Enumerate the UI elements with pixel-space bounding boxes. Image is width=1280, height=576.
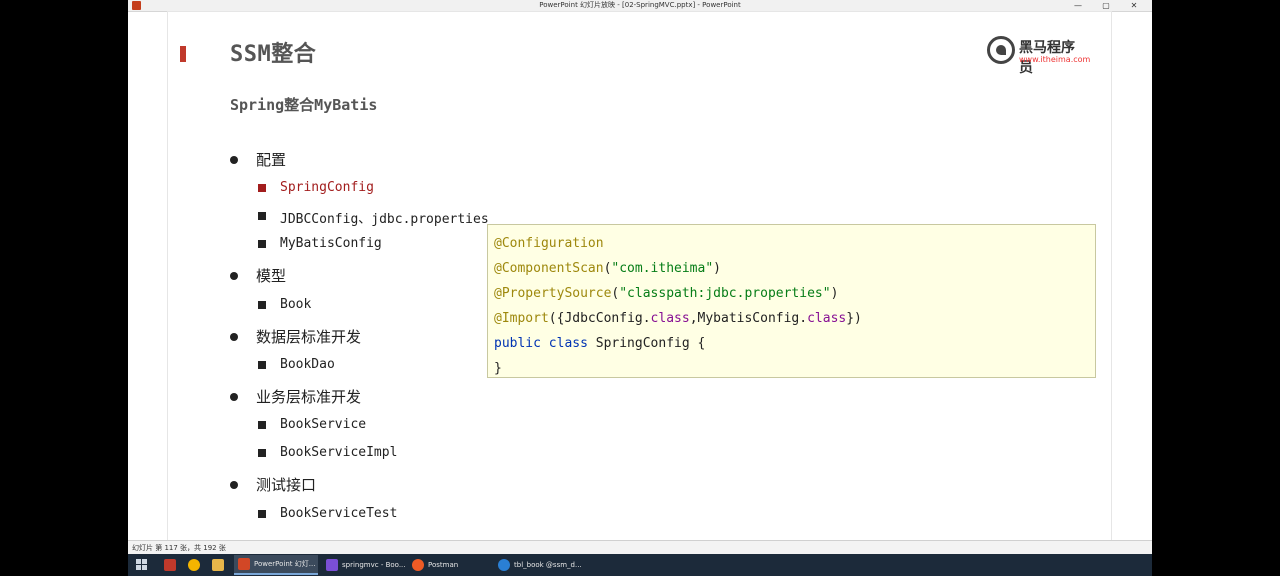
taskbar-item-postman[interactable]: Postman xyxy=(408,555,492,575)
powerpoint-window: PowerPoint 幻灯片放映 - [02-SpringMVC.pptx] -… xyxy=(128,0,1152,576)
item-label: JDBCConfig、jdbc.properties xyxy=(280,212,489,227)
maximize-button[interactable]: ▢ xyxy=(1094,0,1118,11)
bullet-icon xyxy=(258,212,266,220)
slide[interactable]: SSM整合 黑马程序员 www.itheima.com Spring整合MyBa… xyxy=(168,12,1111,540)
bullet-icon xyxy=(230,393,238,401)
chrome-icon xyxy=(188,559,200,571)
bullet-icon xyxy=(230,272,238,280)
status-bar: 幻灯片 第 117 张，共 192 张 xyxy=(128,540,1152,555)
horse-logo-icon xyxy=(987,36,1015,64)
app-icon xyxy=(164,559,176,571)
windows-icon xyxy=(136,559,147,570)
bullet-icon xyxy=(258,421,266,429)
section-label: 业务层标准开发 xyxy=(256,388,362,406)
taskbar-item-powerpoint[interactable]: PowerPoint 幻灯... xyxy=(234,555,318,575)
bullet-icon xyxy=(230,333,238,341)
bullet-icon xyxy=(258,510,266,518)
section-label: 数据层标准开发 xyxy=(256,328,362,346)
code-line: @ComponentScan("com.itheima") xyxy=(494,261,721,276)
code-snippet: @Configuration @ComponentScan("com.ithei… xyxy=(487,224,1096,378)
taskbar-item-database[interactable]: tbl_book @ssm_d... xyxy=(494,555,582,575)
taskbar-item-idea[interactable]: springmvc - Boo... xyxy=(322,555,406,575)
code-line: public class SpringConfig { xyxy=(494,336,706,351)
start-button[interactable] xyxy=(134,555,150,575)
section-label: 模型 xyxy=(256,267,287,285)
chrome-taskbar-button[interactable] xyxy=(184,555,202,575)
title-bar: PowerPoint 幻灯片放映 - [02-SpringMVC.pptx] -… xyxy=(128,0,1152,12)
item-label: Book xyxy=(280,297,312,312)
minimize-button[interactable]: — xyxy=(1066,0,1090,11)
window-title: PowerPoint 幻灯片放映 - [02-SpringMVC.pptx] -… xyxy=(539,1,741,9)
powerpoint-icon xyxy=(238,558,250,570)
bullet-icon xyxy=(258,240,266,248)
bullet-icon xyxy=(258,449,266,457)
database-icon xyxy=(498,559,510,571)
taskbar-label: springmvc - Boo... xyxy=(342,561,406,569)
item-label: BookServiceImpl xyxy=(280,445,398,460)
taskbar-label: PowerPoint 幻灯... xyxy=(254,560,316,568)
postman-icon xyxy=(412,559,424,571)
bullet-icon xyxy=(230,156,238,164)
code-line: @Configuration xyxy=(494,236,604,251)
explorer-taskbar-button[interactable] xyxy=(208,555,226,575)
logo-url: www.itheima.com xyxy=(1019,55,1091,64)
taskbar-app-icon[interactable] xyxy=(160,555,178,575)
bullet-icon xyxy=(258,361,266,369)
taskbar: PowerPoint 幻灯... springmvc - Boo... Post… xyxy=(128,554,1152,576)
section-label: 测试接口 xyxy=(256,476,317,494)
item-label: BookServiceTest xyxy=(280,506,398,521)
slide-subtitle: Spring整合MyBatis xyxy=(230,96,378,114)
bullet-icon xyxy=(258,301,266,309)
slide-title: SSM整合 xyxy=(230,42,317,67)
slideshow-stage: SSM整合 黑马程序员 www.itheima.com Spring整合MyBa… xyxy=(128,12,1152,540)
code-line: @Import({JdbcConfig.class,MybatisConfig.… xyxy=(494,311,862,326)
folder-icon xyxy=(212,559,224,571)
taskbar-label: Postman xyxy=(428,561,459,569)
item-label: MyBatisConfig xyxy=(280,236,382,251)
taskbar-label: tbl_book @ssm_d... xyxy=(514,561,582,569)
item-label: BookService xyxy=(280,417,367,432)
item-label: SpringConfig xyxy=(280,180,374,195)
bullet-icon xyxy=(258,184,266,192)
item-label: BookDao xyxy=(280,357,335,372)
accent-bar xyxy=(180,46,186,62)
code-line: } xyxy=(494,361,502,376)
slide-counter: 幻灯片 第 117 张，共 192 张 xyxy=(132,544,226,552)
section-label: 配置 xyxy=(256,151,287,169)
code-line: @PropertySource("classpath:jdbc.properti… xyxy=(494,286,839,301)
itheima-logo: 黑马程序员 www.itheima.com xyxy=(987,36,1091,76)
bullet-icon xyxy=(230,481,238,489)
close-button[interactable]: ✕ xyxy=(1122,0,1146,11)
idea-icon xyxy=(326,559,338,571)
